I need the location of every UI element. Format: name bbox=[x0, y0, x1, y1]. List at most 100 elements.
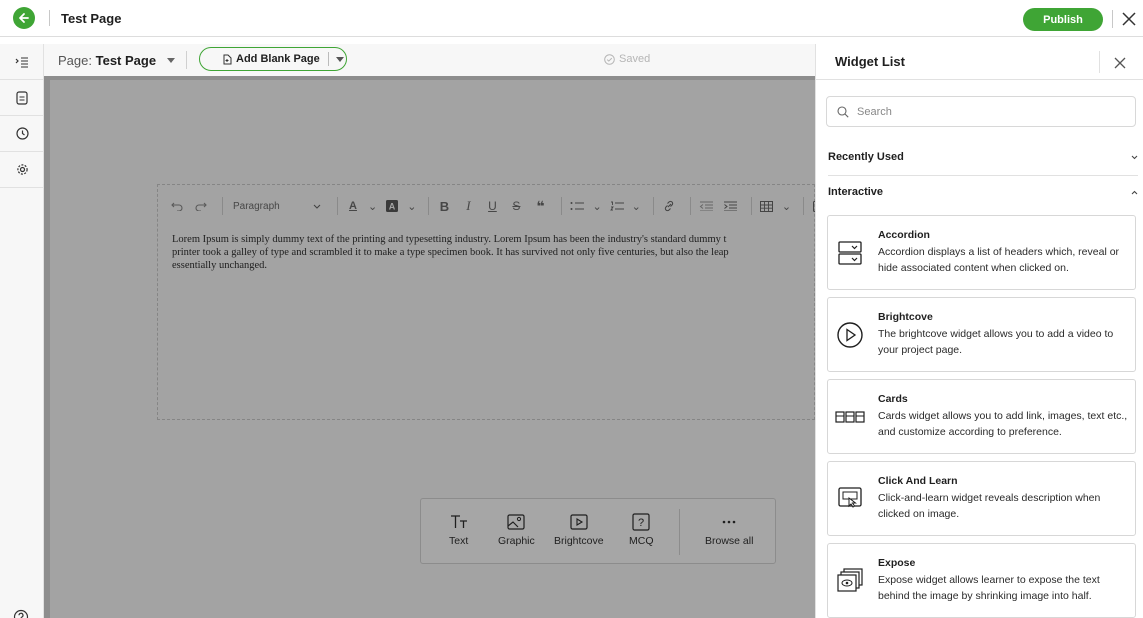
saved-status: Saved bbox=[604, 53, 650, 65]
font-color-icon[interactable]: A bbox=[344, 200, 362, 212]
divider bbox=[828, 175, 1138, 176]
help-icon[interactable] bbox=[13, 609, 29, 618]
highlight-color-icon[interactable]: A bbox=[383, 200, 401, 212]
top-bar: Test Page Publish bbox=[0, 0, 1143, 37]
play-circle-icon bbox=[835, 320, 865, 350]
check-circle-icon bbox=[604, 53, 615, 65]
add-blank-page-button[interactable]: Add Blank Page bbox=[199, 47, 347, 71]
panel-title: Widget List bbox=[835, 54, 905, 69]
page-bar: Page: Test Page Add Blank Page Saved bbox=[44, 44, 815, 76]
add-blank-page-label: Add Blank Page bbox=[236, 53, 320, 65]
widget-description: Expose widget allows learner to expose t… bbox=[878, 574, 1100, 602]
divider bbox=[327, 52, 329, 66]
chevron-down-icon[interactable]: ⌄ bbox=[407, 200, 416, 213]
section-label: Interactive bbox=[828, 186, 884, 198]
chevron-down-icon bbox=[313, 204, 321, 209]
accordion-icon bbox=[835, 238, 865, 268]
page-prefix: Page: bbox=[58, 53, 92, 68]
quick-brightcove-label: Brightcove bbox=[554, 535, 604, 547]
widget-card-cards[interactable]: Cards Cards widget allows you to add lin… bbox=[827, 379, 1136, 454]
outdent-icon[interactable] bbox=[697, 201, 715, 211]
redo-icon[interactable] bbox=[192, 202, 210, 211]
section-interactive[interactable]: Interactive bbox=[828, 182, 1138, 202]
quick-widget-bar: Text Graphic Brightcove ? MCQ Browse all bbox=[420, 498, 776, 564]
indent-icon[interactable] bbox=[721, 201, 739, 211]
chevron-down-icon[interactable]: ⌄ bbox=[782, 200, 791, 213]
link-icon[interactable] bbox=[660, 200, 678, 212]
widget-name: Accordion bbox=[878, 229, 930, 241]
publish-button[interactable]: Publish bbox=[1023, 8, 1103, 31]
strikethrough-icon[interactable]: S bbox=[507, 199, 525, 213]
quick-text-label: Text bbox=[449, 535, 469, 547]
page-selector[interactable]: Page: Test Page bbox=[58, 53, 156, 68]
widget-name: Brightcove bbox=[878, 311, 933, 323]
divider bbox=[186, 51, 187, 69]
widget-card-expose[interactable]: Expose Expose widget allows learner to e… bbox=[827, 543, 1136, 618]
saved-label: Saved bbox=[619, 53, 651, 65]
rail-settings-button[interactable] bbox=[0, 152, 44, 188]
quick-brightcove-button[interactable]: Brightcove bbox=[554, 511, 604, 547]
editor-content[interactable]: Lorem Ipsum is simply dummy text of the … bbox=[172, 233, 812, 272]
divider bbox=[679, 509, 680, 555]
underline-icon[interactable]: U bbox=[483, 199, 501, 213]
italic-icon[interactable]: I bbox=[459, 198, 477, 214]
undo-icon[interactable] bbox=[168, 202, 186, 211]
widget-card-brightcove[interactable]: Brightcove The brightcove widget allows … bbox=[827, 297, 1136, 372]
panel-header: Widget List bbox=[816, 44, 1143, 80]
graphic-icon bbox=[507, 511, 525, 533]
rail-history-button[interactable] bbox=[0, 116, 44, 152]
page-title: Test Page bbox=[61, 11, 122, 26]
chevron-down-icon[interactable]: ⌄ bbox=[368, 200, 377, 213]
widget-card-click-and-learn[interactable]: Click And Learn Click-and-learn widget r… bbox=[827, 461, 1136, 536]
svg-text:?: ? bbox=[638, 517, 644, 529]
close-icon[interactable] bbox=[1113, 56, 1127, 70]
widget-card-accordion[interactable]: Accordion Accordion displays a list of h… bbox=[827, 215, 1136, 290]
table-icon[interactable] bbox=[758, 200, 776, 212]
bold-icon[interactable]: B bbox=[435, 199, 453, 214]
divider bbox=[652, 197, 654, 215]
arrow-left-icon bbox=[19, 13, 29, 23]
section-label: Recently Used bbox=[828, 151, 904, 163]
editor-line: essentially unchanged. bbox=[172, 260, 268, 271]
close-icon[interactable] bbox=[1120, 10, 1138, 28]
search-icon bbox=[837, 105, 849, 118]
paragraph-style-label: Paragraph bbox=[233, 200, 280, 212]
caret-down-icon[interactable] bbox=[335, 56, 344, 62]
caret-down-icon[interactable] bbox=[167, 58, 175, 63]
quick-graphic-button[interactable]: Graphic bbox=[498, 511, 535, 547]
paragraph-style-select[interactable]: Paragraph bbox=[229, 201, 325, 212]
numbered-list-icon[interactable] bbox=[608, 201, 626, 211]
outline-toggle-icon bbox=[15, 56, 28, 68]
document-icon bbox=[16, 90, 28, 105]
widget-description: Cards widget allows you to add link, ima… bbox=[878, 410, 1128, 438]
divider bbox=[750, 197, 752, 215]
back-button[interactable] bbox=[13, 7, 35, 29]
page-canvas: Paragraph A ⌄ A ⌄ B I U S ❝ ⌄ ⌄ ⌄ Lorem … bbox=[50, 80, 867, 618]
text-editor[interactable]: Paragraph A ⌄ A ⌄ B I U S ❝ ⌄ ⌄ ⌄ Lorem … bbox=[157, 184, 867, 420]
quick-text-button[interactable]: Text bbox=[449, 511, 468, 547]
click-pointer-icon bbox=[835, 484, 865, 514]
editor-line: Lorem Ipsum is simply dummy text of the … bbox=[172, 234, 727, 245]
quick-mcq-label: MCQ bbox=[629, 535, 654, 547]
section-recently-used[interactable]: Recently Used bbox=[828, 147, 1138, 167]
bullet-list-icon[interactable] bbox=[568, 201, 586, 211]
search-input[interactable] bbox=[857, 105, 1117, 118]
canvas-area: Paragraph A ⌄ A ⌄ B I U S ❝ ⌄ ⌄ ⌄ Lorem … bbox=[44, 76, 867, 618]
chevron-down-icon[interactable]: ⌄ bbox=[632, 200, 641, 213]
editor-line: printer took a galley of type and scramb… bbox=[172, 247, 729, 258]
widget-name: Expose bbox=[878, 557, 916, 569]
cards-icon bbox=[835, 402, 865, 432]
widget-search[interactable] bbox=[826, 96, 1136, 127]
mcq-icon: ? bbox=[632, 511, 650, 533]
chevron-down-icon[interactable]: ⌄ bbox=[592, 200, 601, 213]
browse-all-button[interactable]: Browse all bbox=[705, 511, 753, 547]
quote-icon[interactable]: ❝ bbox=[531, 198, 549, 215]
rail-outline-button[interactable] bbox=[0, 44, 44, 80]
rail-pages-button[interactable] bbox=[0, 80, 44, 116]
page-name: Test Page bbox=[95, 53, 157, 68]
gear-icon bbox=[16, 164, 28, 175]
quick-mcq-button[interactable]: ? MCQ bbox=[629, 511, 654, 547]
widget-name: Click And Learn bbox=[878, 475, 958, 487]
divider bbox=[222, 197, 223, 215]
widget-list-panel: Widget List Recently Used Interactive Ac… bbox=[815, 44, 1143, 618]
